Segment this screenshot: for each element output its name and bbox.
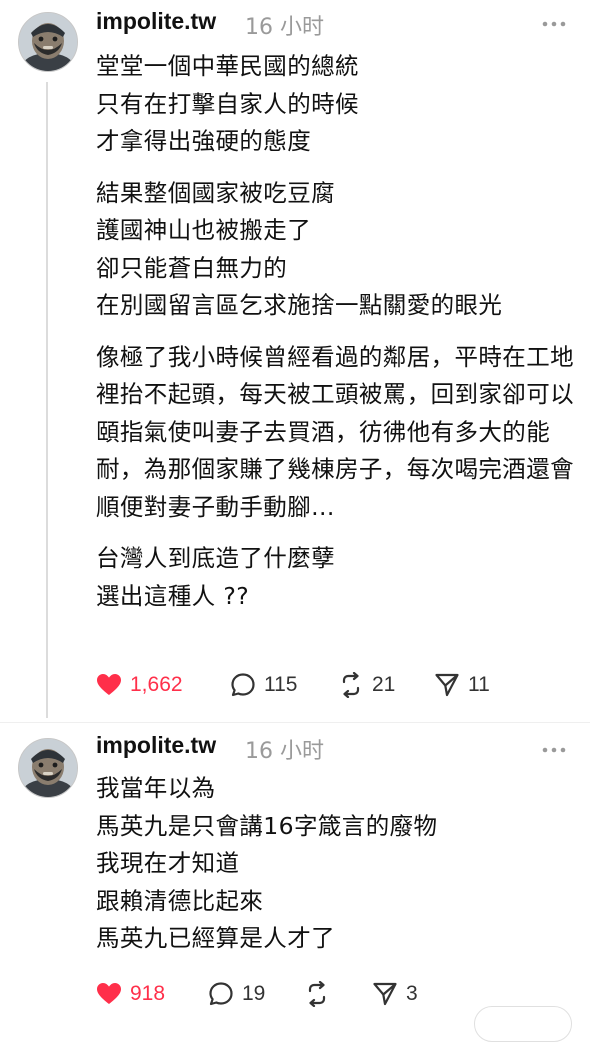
like-count: 1,662 [130, 673, 183, 696]
share-button[interactable]: 11 [434, 668, 490, 702]
username[interactable]: impolite.tw [96, 8, 216, 35]
divider [0, 722, 590, 723]
comment-icon [230, 672, 256, 698]
post-paragraph: 堂堂一個中華民國的總統 只有在打擊自家人的時候 才拿得出強硬的態度 [96, 52, 359, 155]
heart-icon [96, 673, 122, 697]
post-paragraph: 像極了我小時候曾經看過的鄰居，平時在工地裡抬不起頭，每天被工頭被罵，回到家卻可以… [96, 342, 574, 521]
post-text: 我當年以為 馬英九是只會講16字箴言的廢物 我現在才知道 跟賴清德比起來 馬英九… [96, 770, 576, 958]
share-count: 11 [468, 673, 490, 696]
share-count: 3 [406, 982, 418, 1005]
share-button[interactable]: 3 [372, 977, 418, 1011]
reply-count: 19 [242, 982, 266, 1005]
comment-icon [208, 981, 234, 1007]
post-paragraph: 台灣人到底造了什麼孽 選出這種人 ?? [96, 544, 335, 610]
reply-count: 115 [264, 673, 298, 696]
repost-count: 21 [372, 673, 396, 696]
repost-icon [304, 981, 330, 1007]
reply-button[interactable]: 19 [208, 977, 265, 1011]
reply-button[interactable]: 115 [230, 668, 297, 702]
timestamp: 16 小时 [245, 15, 324, 40]
more-icon[interactable] [540, 742, 568, 756]
heart-icon [96, 982, 122, 1006]
post-paragraph: 我當年以為 馬英九是只會講16字箴言的廢物 我現在才知道 跟賴清德比起來 馬英九… [96, 774, 438, 952]
like-button[interactable]: 1,662 [96, 668, 183, 702]
avatar[interactable] [18, 12, 78, 72]
share-icon [434, 672, 460, 698]
share-icon [372, 981, 398, 1007]
thread-line [46, 82, 48, 718]
more-icon[interactable] [540, 16, 568, 30]
floating-pill-button[interactable] [474, 1006, 572, 1042]
timestamp: 16 小时 [245, 739, 324, 764]
avatar[interactable] [18, 738, 78, 798]
repost-icon [338, 672, 364, 698]
username[interactable]: impolite.tw [96, 732, 216, 759]
post-actions: 1,662 115 21 11 [96, 668, 566, 702]
repost-button[interactable]: 21 [338, 668, 395, 702]
repost-button[interactable] [304, 977, 338, 1011]
like-count: 918 [130, 982, 166, 1005]
like-button[interactable]: 918 [96, 977, 165, 1011]
post-paragraph: 結果整個國家被吃豆腐 護國神山也被搬走了 卻只能蒼白無力的 在別國留言區乞求施捨… [96, 178, 503, 320]
post-text: 堂堂一個中華民國的總統 只有在打擊自家人的時候 才拿得出強硬的態度 結果整個國家… [96, 48, 576, 615]
